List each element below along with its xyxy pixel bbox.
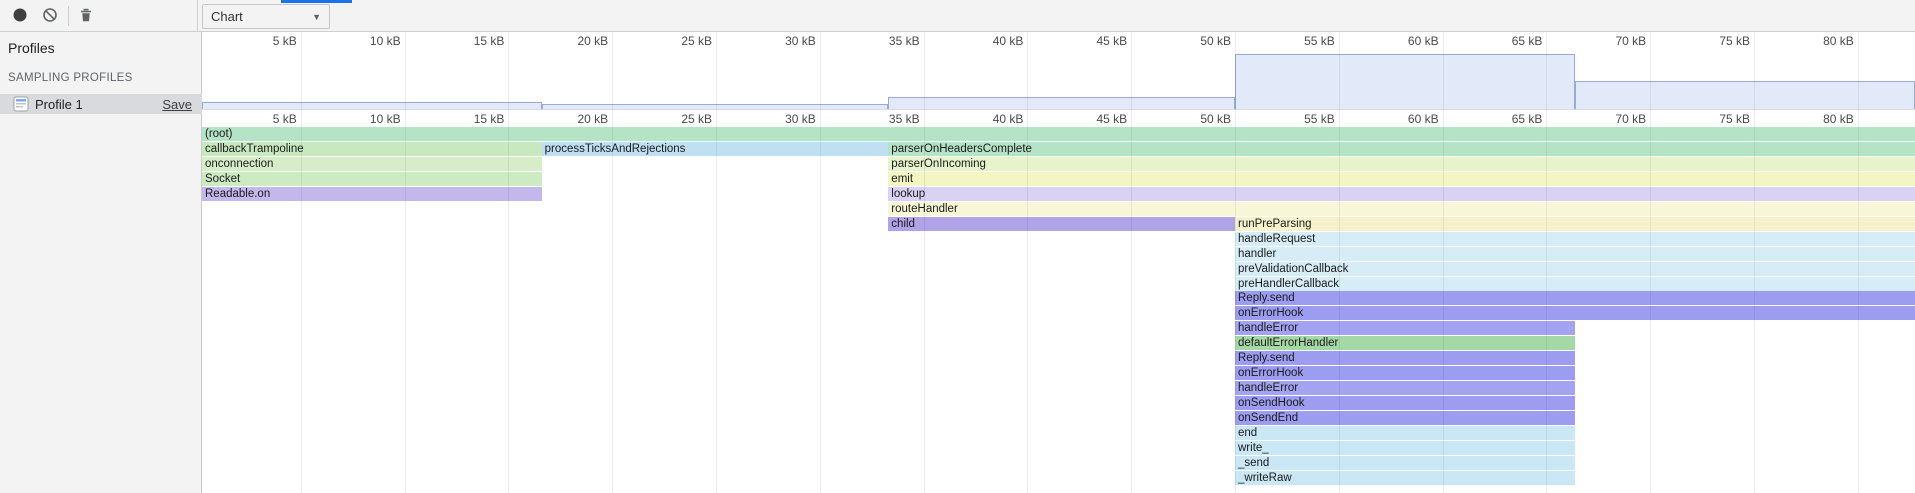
axis-tick-label: 35 kB [862, 112, 920, 126]
record-button[interactable] [8, 4, 32, 28]
axis-tick-label: 70 kB [1588, 34, 1646, 48]
profile-icon [13, 96, 29, 112]
axis-tick-label: 55 kB [1277, 112, 1335, 126]
axis-tick-label: 65 kB [1484, 34, 1542, 48]
overview-graph[interactable] [202, 49, 1915, 110]
flame-frame[interactable]: (root) [202, 127, 1915, 141]
flame-frame[interactable]: emit [888, 172, 1915, 186]
save-profile-link[interactable]: Save [162, 97, 192, 112]
flame-frame[interactable]: handleError [1235, 321, 1575, 335]
flame-frame[interactable]: processTicksAndRejections [542, 142, 889, 156]
flame-frame[interactable]: _send [1235, 456, 1575, 470]
axis-tick-label: 45 kB [1069, 34, 1127, 48]
axis-tick-label: 40 kB [965, 34, 1023, 48]
flame-frame[interactable]: handleRequest [1235, 232, 1915, 246]
axis-tick-label: 5 kB [239, 112, 297, 126]
flame-frame[interactable]: onErrorHook [1235, 366, 1575, 380]
overview-segment [202, 102, 542, 109]
axis-tick-label: 40 kB [965, 112, 1023, 126]
flame-frame[interactable]: preValidationCallback [1235, 262, 1915, 276]
axis-tick-label: 10 kB [343, 112, 401, 126]
flame-ruler: 5 kB 10 kB 15 kB 20 kB 25 kB 30 kB 35 kB 40 kB 4… [202, 110, 1915, 127]
overview-ruler: 5 kB 10 kB 15 kB 20 kB 25 kB 30 kB 35 kB 40 kB 4… [202, 32, 1915, 49]
flame-frame[interactable]: Socket [202, 172, 542, 186]
axis-tick-label: 70 kB [1588, 112, 1646, 126]
axis-tick-label: 30 kB [758, 34, 816, 48]
axis-tick-label: 75 kB [1692, 34, 1750, 48]
flame-frame[interactable]: handleError [1235, 381, 1575, 395]
axis-tick-label: 80 kB [1796, 34, 1854, 48]
flame-frame[interactable]: routeHandler [888, 202, 1915, 216]
flame-frame[interactable]: write_ [1235, 441, 1575, 455]
delete-profile-button[interactable] [74, 4, 98, 28]
sampling-profiles-header: SAMPLING PROFILES [8, 72, 133, 84]
flame-frame[interactable]: parserOnHeadersComplete [888, 142, 1915, 156]
flame-frame[interactable]: Readable.on [202, 187, 542, 201]
flame-frame[interactable]: end [1235, 426, 1575, 440]
axis-tick-label: 30 kB [758, 112, 816, 126]
flame-frame[interactable]: child [888, 217, 1235, 231]
toolbar-separator [68, 6, 69, 26]
flame-frame[interactable]: runPreParsing [1235, 217, 1915, 231]
axis-tick-label: 45 kB [1069, 112, 1127, 126]
overview-segment [888, 97, 1235, 109]
axis-tick-label: 25 kB [654, 34, 712, 48]
axis-tick-label: 15 kB [446, 34, 504, 48]
axis-tick-label: 80 kB [1796, 112, 1854, 126]
flame-rows: (root)callbackTrampolineprocessTicksAndR… [202, 127, 1915, 493]
flame-frame[interactable]: preHandlerCallback [1235, 277, 1915, 291]
axis-tick-label: 60 kB [1381, 112, 1439, 126]
axis-tick-label: 5 kB [239, 34, 297, 48]
axis-tick-label: 50 kB [1173, 34, 1231, 48]
profile-item[interactable]: Profile 1 Save [0, 94, 202, 114]
flame-frame[interactable]: onSendHook [1235, 396, 1575, 410]
flame-frame[interactable]: onconnection [202, 157, 542, 171]
clear-button[interactable] [38, 4, 62, 28]
flame-frame[interactable]: Reply.send [1235, 351, 1575, 365]
active-tab-indicator [281, 0, 352, 3]
flame-frame[interactable]: parserOnIncoming [888, 157, 1915, 171]
flame-frame[interactable]: defaultErrorHandler [1235, 336, 1575, 350]
axis-tick-label: 75 kB [1692, 112, 1750, 126]
axis-tick-label: 25 kB [654, 112, 712, 126]
flame-frame[interactable]: handler [1235, 247, 1915, 261]
flame-frame[interactable]: Reply.send [1235, 291, 1915, 305]
flame-frame[interactable]: onSendEnd [1235, 411, 1575, 425]
axis-tick-label: 50 kB [1173, 112, 1231, 126]
profiles-panel-title: Profiles [8, 40, 55, 56]
view-mode-value: Chart [211, 9, 243, 24]
flame-frame[interactable]: lookup [888, 187, 1915, 201]
overview-segment [1575, 81, 1915, 109]
view-mode-select[interactable]: Chart ▼ [202, 4, 330, 29]
overview-segment [542, 104, 889, 109]
overview-segment [1235, 54, 1575, 109]
profiles-sidebar: Profiles SAMPLING PROFILES Profile 1 Sav… [0, 32, 202, 493]
axis-tick-label: 20 kB [550, 34, 608, 48]
flame-chart-pane: 5 kB 10 kB 15 kB 20 kB 25 kB 30 kB 35 kB 40 kB 4… [202, 32, 1915, 493]
toolbar: Chart ▼ [0, 0, 1915, 32]
flame-frame[interactable]: _writeRaw [1235, 471, 1575, 485]
trash-icon [78, 7, 94, 26]
axis-tick-label: 55 kB [1277, 34, 1335, 48]
chevron-down-icon: ▼ [312, 12, 321, 22]
profile-name: Profile 1 [35, 97, 162, 112]
flame-frame[interactable]: callbackTrampoline [202, 142, 542, 156]
axis-tick-label: 65 kB [1484, 112, 1542, 126]
axis-tick-label: 15 kB [446, 112, 504, 126]
clear-icon [42, 7, 58, 26]
record-icon [12, 7, 28, 26]
panel-separator [197, 0, 198, 32]
axis-tick-label: 20 kB [550, 112, 608, 126]
axis-tick-label: 35 kB [862, 34, 920, 48]
flame-frame[interactable]: onErrorHook [1235, 306, 1915, 320]
axis-tick-label: 60 kB [1381, 34, 1439, 48]
axis-tick-label: 10 kB [343, 34, 401, 48]
